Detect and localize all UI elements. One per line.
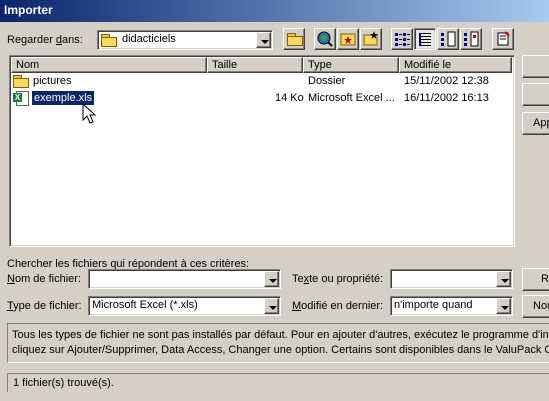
- filetype-label: Type de fichier:: [7, 300, 82, 312]
- chevron-down-icon[interactable]: [264, 298, 279, 314]
- filename-field[interactable]: [88, 269, 281, 289]
- column-header-modified[interactable]: Modifié le: [399, 57, 512, 73]
- file-type: Dossier: [308, 75, 346, 87]
- chevron-down-icon[interactable]: [264, 271, 279, 287]
- modified-value: n'importe quand: [394, 299, 473, 311]
- column-header-size[interactable]: Taille: [207, 57, 303, 73]
- tools-icon: [497, 31, 510, 46]
- file-modified: 16/11/2002 16:13: [404, 92, 489, 104]
- cancel-button[interactable]: [522, 83, 549, 106]
- new-folder-button[interactable]: [360, 28, 382, 50]
- list-view-button[interactable]: [391, 28, 413, 50]
- file-type: Microsoft Excel ...: [308, 92, 395, 104]
- search-web-button[interactable]: [314, 28, 336, 50]
- favorites-button[interactable]: [337, 28, 359, 50]
- modified-dropdown[interactable]: n'importe quand: [390, 296, 513, 316]
- file-modified: 15/11/2002 12:38: [404, 75, 489, 87]
- search-web-icon: [317, 31, 333, 47]
- folder-icon: [101, 34, 117, 47]
- filetype-dropdown[interactable]: Microsoft Excel (*.xls): [88, 296, 281, 316]
- look-in-value: didacticiels: [122, 33, 176, 45]
- tools-button[interactable]: [492, 28, 514, 50]
- preview-view-button[interactable]: [460, 28, 482, 50]
- chevron-down-icon[interactable]: [496, 271, 511, 287]
- text-property-label: Texte ou propriété:: [292, 273, 384, 285]
- look-in-label: Regarder dans:: [7, 34, 83, 46]
- list-view-icon: [395, 33, 410, 46]
- info-line-1: Tous les types de fichier ne sont pas in…: [12, 329, 549, 341]
- column-header-name[interactable]: Nom: [11, 57, 207, 73]
- status-bar: 1 fichier(s) trouvé(s).: [7, 373, 549, 392]
- status-text: 1 fichier(s) trouvé(s).: [13, 377, 114, 389]
- mouse-cursor-icon: [82, 103, 96, 124]
- modified-label: Modifié en dernier:: [292, 300, 384, 312]
- details-view-icon: [419, 33, 431, 46]
- text-property-field[interactable]: [390, 269, 513, 289]
- up-folder-icon: [287, 33, 303, 46]
- excel-file-icon: [13, 91, 29, 107]
- table-row[interactable]: pictures Dossier 15/11/2002 12:38: [13, 73, 511, 89]
- filetype-value: Microsoft Excel (*.xls): [92, 299, 198, 311]
- new-search-button-label: Nou: [533, 300, 549, 312]
- column-header-type[interactable]: Type: [303, 57, 399, 73]
- filename-label: Nom de fichier:: [7, 273, 81, 285]
- search-button-label: Re: [541, 273, 549, 285]
- preview-view-icon: [464, 31, 479, 47]
- apply-button-label: App: [533, 117, 549, 129]
- apply-button[interactable]: App: [522, 112, 549, 135]
- chevron-down-icon[interactable]: [496, 298, 511, 314]
- chevron-down-icon[interactable]: [256, 32, 271, 48]
- properties-view-button[interactable]: [437, 28, 459, 50]
- file-name: pictures: [33, 75, 72, 87]
- up-folder-button[interactable]: [283, 28, 305, 50]
- folder-icon: [13, 75, 29, 89]
- new-folder-icon: [363, 31, 378, 46]
- title-bar[interactable]: Importer: [0, 0, 549, 22]
- look-in-dropdown[interactable]: didacticiels: [97, 30, 273, 50]
- file-size: 14 Ko: [275, 92, 304, 104]
- search-button[interactable]: Re: [522, 268, 549, 291]
- new-search-button[interactable]: Nou: [522, 295, 549, 318]
- details-view-button[interactable]: [414, 28, 436, 50]
- info-line-2: cliquez sur Ajouter/Supprimer, Data Acce…: [12, 344, 549, 356]
- favorites-icon: [340, 33, 356, 46]
- window-title: Importer: [4, 3, 53, 17]
- info-panel: Tous les types de fichier ne sont pas in…: [7, 323, 549, 363]
- open-button[interactable]: [522, 55, 549, 78]
- properties-view-icon: [441, 31, 456, 47]
